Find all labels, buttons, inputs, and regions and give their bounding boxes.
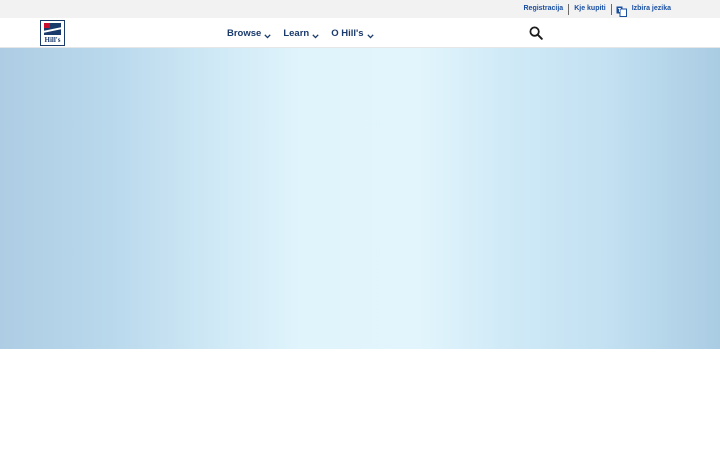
- hills-logo[interactable]: Hill's: [40, 20, 65, 46]
- logo-text: Hill's: [44, 36, 61, 44]
- language-icon: [616, 4, 627, 17]
- chevron-down-icon: [366, 31, 374, 39]
- nav-item-label: Learn: [283, 27, 310, 39]
- hero-banner: [0, 48, 720, 349]
- page-content-area: [0, 349, 720, 450]
- utility-divider: [610, 3, 612, 15]
- language-selector[interactable]: Izbira jezika: [616, 4, 676, 17]
- chevron-down-icon: [312, 31, 319, 39]
- nav-item-about-hills[interactable]: O Hill's: [331, 27, 374, 39]
- nav-menu: Browse Learn O Hill's: [227, 18, 386, 48]
- register-link[interactable]: Registracija: [519, 4, 569, 14]
- logo-red-block: [44, 23, 50, 28]
- nav-item-learn[interactable]: Learn: [283, 28, 319, 39]
- language-label: Izbira jezika: [631, 5, 671, 12]
- main-navigation: Hill's Browse Learn O Hill's: [0, 18, 720, 48]
- search-button[interactable]: [529, 26, 543, 40]
- search-icon: [529, 26, 543, 40]
- nav-item-browse[interactable]: Browse: [227, 28, 271, 39]
- utility-bar: Registracija Kje kupiti Izbira jezika: [0, 0, 720, 18]
- nav-item-label: Browse: [227, 27, 262, 39]
- where-to-buy-link[interactable]: Kje kupiti: [569, 4, 611, 14]
- nav-item-label: O Hill's: [331, 27, 364, 39]
- chevron-down-icon: [264, 31, 271, 39]
